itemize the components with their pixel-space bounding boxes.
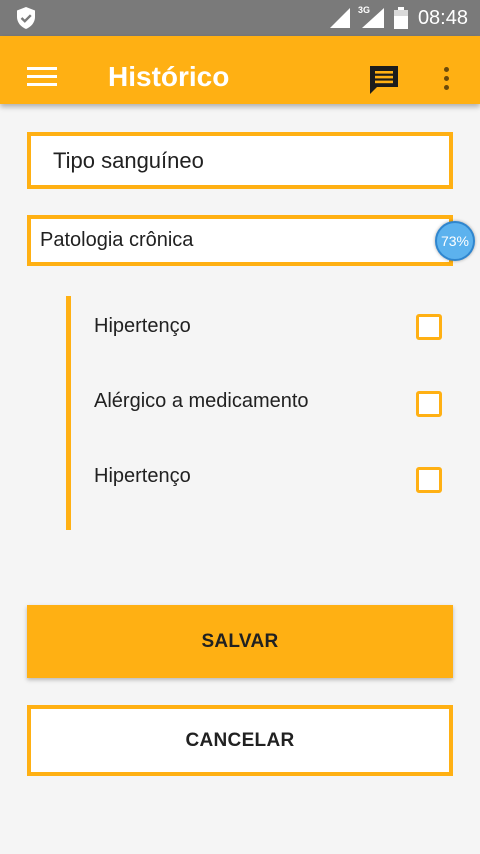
battery-icon [393,7,408,29]
menu-icon[interactable] [27,67,57,87]
condition-checkbox[interactable] [416,314,442,340]
chronic-conditions-list: Hipertenço Alérgico a medicamento Hipert… [66,296,454,530]
condition-item[interactable]: Hipertenço [71,301,454,351]
status-time: 08:48 [417,6,468,29]
progress-badge[interactable]: 73% [435,221,475,261]
cancel-button[interactable]: CANCELAR [27,705,453,776]
chronic-pathology-field[interactable]: Patologia crônica [27,215,453,266]
condition-checkbox[interactable] [416,467,442,493]
signal-icon [329,8,350,28]
condition-checkbox[interactable] [416,391,442,417]
more-vert-icon[interactable] [436,65,456,93]
app-bar: Histórico [0,36,480,104]
shield-check-icon [17,7,35,29]
page-title: Histórico [108,61,230,92]
blood-type-field[interactable]: Tipo sanguíneo [27,132,453,189]
signal-3g-icon [361,8,384,28]
status-bar: 3G 08:48 [0,0,480,36]
signal-3g: 3G [358,5,386,30]
condition-item[interactable]: Hipertenço [71,451,454,501]
condition-label: Hipertenço [94,465,191,487]
chronic-pathology-label: Patologia crônica [40,229,194,251]
condition-label: Alérgico a medicamento [94,390,309,412]
chat-icon[interactable] [367,63,401,97]
condition-label: Hipertenço [94,315,191,337]
status-indicators: 3G 08:48 [328,0,468,36]
save-button[interactable]: SALVAR [27,605,453,678]
blood-type-placeholder: Tipo sanguíneo [53,147,204,173]
condition-item[interactable]: Alérgico a medicamento [71,376,454,426]
